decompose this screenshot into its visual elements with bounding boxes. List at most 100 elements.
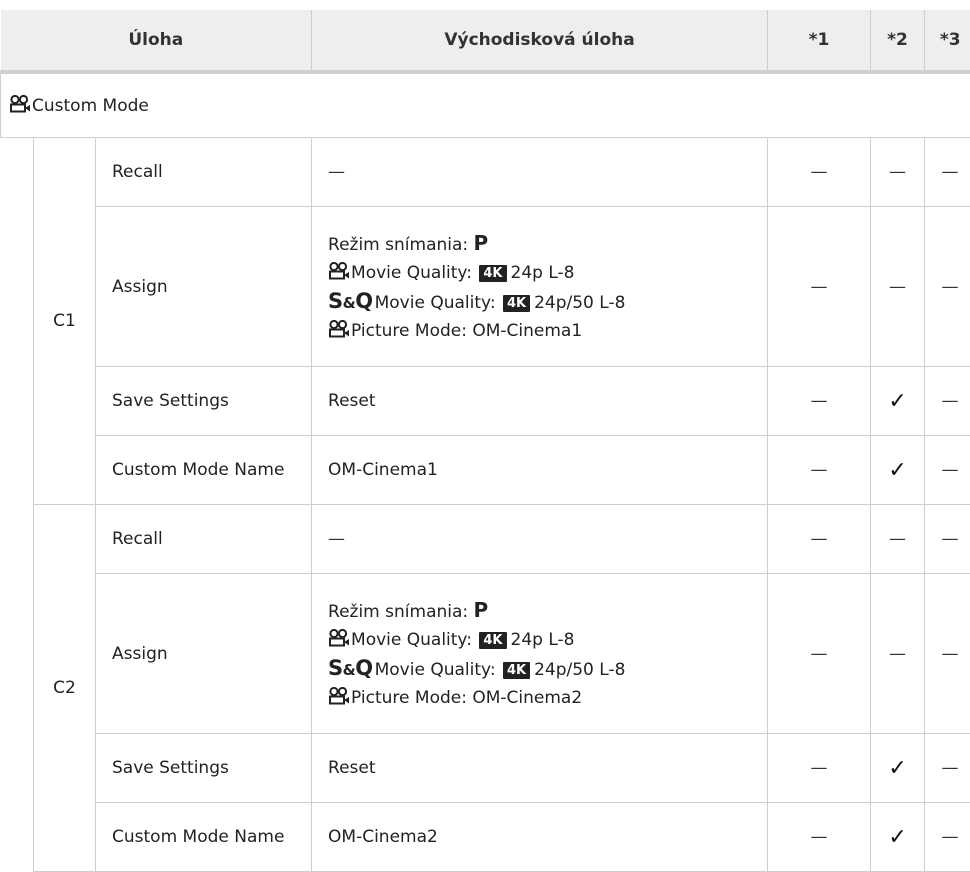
note-3-mark: —: [925, 207, 970, 367]
note-2-mark: —: [871, 138, 925, 207]
header-note-3: *3: [925, 10, 970, 72]
section-row: Custom Mode: [1, 72, 970, 138]
row-default-value: OM-Cinema1: [312, 436, 768, 505]
sq-quality-label: Movie Quality:: [375, 293, 496, 313]
note-2-mark: —: [871, 574, 925, 734]
note-3-mark: —: [925, 574, 970, 734]
4k-badge: 4K: [479, 632, 506, 649]
sq-s: S: [328, 289, 343, 313]
note-3-mark: —: [925, 138, 970, 207]
sq-quality-value: 24p/50 L-8: [534, 293, 625, 313]
assign-default-value: Režim snímania: P Movie Quality: 4K 24p L…: [312, 574, 768, 734]
note-3-mark: —: [925, 436, 970, 505]
note-1-mark: —: [768, 138, 871, 207]
settings-table: Úloha Východisková úloha *1 *2 *3 Custom…: [0, 10, 970, 872]
picture-mode-line: Picture Mode: OM-Cinema2: [328, 684, 767, 712]
note-1-mark: —: [768, 734, 871, 803]
picture-mode-line: Picture Mode: OM-Cinema1: [328, 317, 767, 345]
sq-amp: &: [343, 661, 356, 679]
shooting-mode-label: Režim snímania:: [328, 602, 468, 622]
movie-camera-icon: [328, 320, 350, 338]
slow-quick-icon: S&Q: [328, 289, 373, 313]
movie-camera-icon: [9, 95, 31, 113]
shooting-mode-label: Režim snímania:: [328, 235, 468, 255]
sq-q: Q: [355, 656, 372, 680]
table-row: C2 Recall — — — —: [1, 505, 970, 574]
row-default-value: Reset: [312, 734, 768, 803]
row-name: Assign: [96, 207, 312, 367]
note-3-mark: —: [925, 803, 970, 872]
table-row: Assign Režim snímania: P Movie Quality: …: [1, 574, 970, 734]
sq-quality-label: Movie Quality:: [375, 660, 496, 680]
table-row: Assign Režim snímania: P Movie Quality: …: [1, 207, 970, 367]
row-name: Save Settings: [96, 367, 312, 436]
header-task: Úloha: [1, 10, 312, 72]
row-default-value: Reset: [312, 367, 768, 436]
note-1-mark: —: [768, 436, 871, 505]
movie-camera-icon: [328, 262, 350, 280]
picture-mode-label: Picture Mode:: [351, 321, 467, 341]
movie-quality-value: 24p L-8: [511, 630, 575, 650]
note-3-mark: —: [925, 367, 970, 436]
header-note-2: *2: [871, 10, 925, 72]
note-1-mark: —: [768, 207, 871, 367]
section-label: Custom Mode: [32, 96, 149, 116]
row-name: Custom Mode Name: [96, 436, 312, 505]
picture-mode-label: Picture Mode:: [351, 688, 467, 708]
movie-quality-label: Movie Quality:: [351, 263, 472, 283]
table-row: Save Settings Reset — ✓ —: [1, 734, 970, 803]
row-default-value: —: [312, 505, 768, 574]
4k-badge: 4K: [479, 265, 506, 282]
sq-q: Q: [355, 289, 372, 313]
movie-quality-label: Movie Quality:: [351, 630, 472, 650]
indent-spacer: [1, 138, 34, 505]
row-default-value: —: [312, 138, 768, 207]
4k-badge: 4K: [503, 295, 530, 312]
header-default-task: Východisková úloha: [312, 10, 768, 72]
sq-quality-line: S&QMovie Quality: 4K24p/50 L-8: [328, 287, 767, 317]
4k-badge: 4K: [503, 662, 530, 679]
row-name: Recall: [96, 505, 312, 574]
note-1-mark: —: [768, 803, 871, 872]
note-2-check-icon: ✓: [871, 803, 925, 872]
note-2-mark: —: [871, 505, 925, 574]
note-2-check-icon: ✓: [871, 367, 925, 436]
movie-camera-icon: [328, 687, 350, 705]
row-name: Save Settings: [96, 734, 312, 803]
shooting-mode-value: P: [474, 231, 489, 255]
row-name: Custom Mode Name: [96, 803, 312, 872]
movie-camera-icon: [328, 629, 350, 647]
sq-s: S: [328, 656, 343, 680]
movie-quality-line: Movie Quality: 4K 24p L-8: [328, 626, 767, 654]
note-2-check-icon: ✓: [871, 734, 925, 803]
table-row: C1 Recall — — — —: [1, 138, 970, 207]
header-note-1: *1: [768, 10, 871, 72]
movie-quality-value: 24p L-8: [511, 263, 575, 283]
shooting-mode-value: P: [474, 598, 489, 622]
note-2-mark: —: [871, 207, 925, 367]
note-3-mark: —: [925, 505, 970, 574]
picture-mode-value: OM-Cinema2: [472, 688, 582, 708]
sq-amp: &: [343, 294, 356, 312]
table-row: Custom Mode Name OM-Cinema1 — ✓ —: [1, 436, 970, 505]
shooting-mode-line: Režim snímania: P: [328, 229, 767, 259]
slow-quick-icon: S&Q: [328, 656, 373, 680]
row-name: Assign: [96, 574, 312, 734]
table-row: Custom Mode Name OM-Cinema2 — ✓ —: [1, 803, 970, 872]
group-label-c1: C1: [34, 138, 96, 505]
row-default-value: OM-Cinema2: [312, 803, 768, 872]
note-3-mark: —: [925, 734, 970, 803]
sq-quality-value: 24p/50 L-8: [534, 660, 625, 680]
section-title: Custom Mode: [1, 72, 970, 138]
note-1-mark: —: [768, 367, 871, 436]
sq-quality-line: S&QMovie Quality: 4K24p/50 L-8: [328, 654, 767, 684]
shooting-mode-line: Režim snímania: P: [328, 596, 767, 626]
table-row: Save Settings Reset — ✓ —: [1, 367, 970, 436]
note-2-check-icon: ✓: [871, 436, 925, 505]
picture-mode-value: OM-Cinema1: [472, 321, 582, 341]
note-1-mark: —: [768, 574, 871, 734]
movie-quality-line: Movie Quality: 4K 24p L-8: [328, 259, 767, 287]
assign-default-value: Režim snímania: P Movie Quality: 4K 24p L…: [312, 207, 768, 367]
note-1-mark: —: [768, 505, 871, 574]
indent-spacer: [1, 505, 34, 872]
